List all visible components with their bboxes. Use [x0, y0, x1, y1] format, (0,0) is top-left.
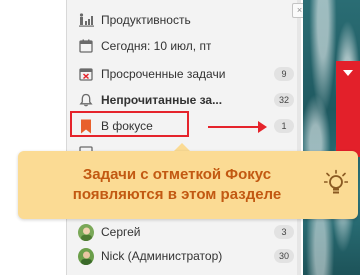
sidebar-item-productivity[interactable]: Продуктивность [78, 9, 294, 31]
tooltip: Задачи с отметкой Фокус появляются в это… [18, 151, 358, 219]
red-marker[interactable] [336, 61, 360, 157]
left-panel [0, 0, 66, 275]
tooltip-text: Задачи с отметкой Фокус появляются в это… [72, 166, 282, 203]
avatar-icon [78, 223, 94, 241]
sidebar-item-label: Просроченные задачи [101, 67, 226, 81]
count-badge: 30 [274, 249, 294, 263]
count-badge: 1 [274, 119, 294, 133]
sidebar-scrollbar[interactable] [297, 0, 301, 275]
calendar-icon [78, 38, 94, 54]
pointer-arrow [208, 126, 260, 128]
sidebar-item-today[interactable]: Сегодня: 10 июл, пт [78, 35, 294, 57]
bell-icon [78, 92, 94, 108]
focus-highlight-frame [70, 111, 189, 137]
count-badge: 9 [274, 67, 294, 81]
sidebar-item-sergey[interactable]: Сергей 3 [78, 221, 294, 243]
sidebar-item-overdue[interactable]: Просроченные задачи 9 [78, 63, 294, 85]
avatar [78, 247, 94, 265]
lightbulb-icon [323, 169, 349, 203]
arrow-head-icon [258, 121, 267, 133]
sidebar-item-unread[interactable]: Непрочитанные за... 32 [78, 89, 294, 111]
sidebar-item-label: Сегодня: 10 июл, пт [101, 39, 212, 53]
overdue-calendar-icon [78, 66, 94, 82]
avatar-icon [78, 247, 94, 265]
sidebar-item-label: Nick (Администратор) [101, 249, 223, 263]
chevron-down-icon [343, 70, 353, 76]
count-badge: 3 [274, 225, 294, 239]
productivity-icon [78, 12, 94, 28]
sidebar-item-label: Сергей [101, 225, 141, 239]
avatar [78, 223, 94, 241]
sidebar-item-nick[interactable]: Nick (Администратор) 30 [78, 245, 294, 267]
count-badge: 32 [274, 93, 294, 107]
sidebar-item-label: Непрочитанные за... [101, 93, 223, 107]
sidebar-item-label: Продуктивность [101, 13, 191, 27]
